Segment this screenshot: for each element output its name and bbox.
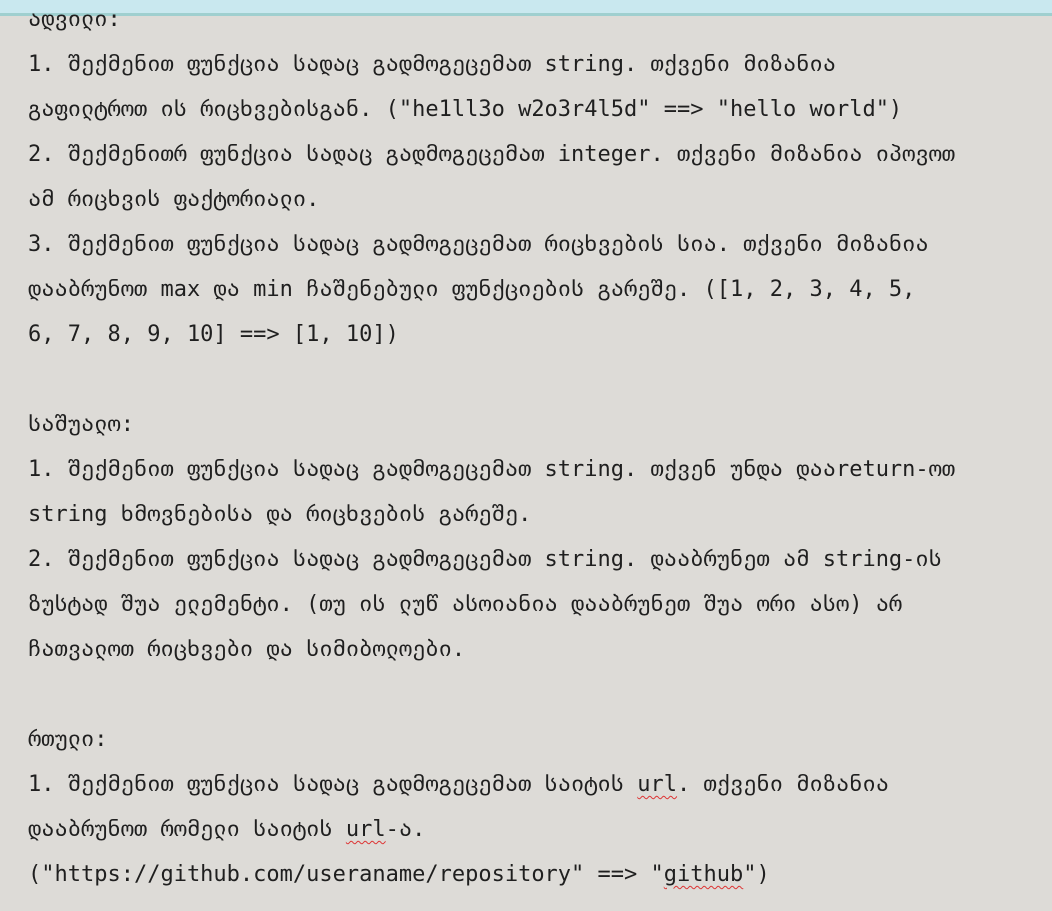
text-line: 2. შექმენით ფუნქცია სადაც გადმოგეცემათ s… — [28, 547, 942, 572]
section-heading-medium: საშუალო: — [28, 412, 134, 437]
spellcheck-marked-word[interactable]: github — [664, 862, 743, 887]
text-line: ("https://github.com/useraname/repositor… — [28, 860, 770, 890]
text-line: 1. შექმენით ფუნქცია სადაც გადმოგეცემათ s… — [28, 52, 836, 77]
text-line: დააბრუნოთ რომელი საიტის url-ა. — [28, 815, 425, 845]
text-segment: დააბრუნოთ რომელი საიტის — [28, 817, 346, 842]
text-segment: ("https://github.com/useraname/repositor… — [28, 862, 664, 887]
spellcheck-marked-word[interactable]: url — [637, 772, 677, 797]
text-segment: . თქვენი მიზანია — [677, 772, 889, 797]
section-heading-hard: რთული: — [28, 727, 108, 752]
text-line: დააბრუნოთ max და min ჩაშენებული ფუნქციებ… — [28, 277, 916, 302]
text-line: გაფილტროთ ის რიცხვებისგან. ("he1ll3o w2o… — [28, 97, 903, 122]
text-segment: -ა. — [385, 817, 426, 842]
text-line: 3. შექმენით ფუნქცია სადაც გადმოგეცემათ რ… — [28, 232, 929, 257]
section-heading-easy: ადვილი: — [28, 7, 121, 32]
text-line: ზუსტად შუა ელემენტი. (თუ ის ლუწ ასოიანია… — [28, 592, 903, 617]
text-line: ამ რიცხვის ფაქტორიალი. — [28, 187, 320, 212]
text-line: 6, 7, 8, 9, 10] ==> [1, 10]) — [28, 322, 399, 347]
text-line: string ხმოვნებისა და რიცხვების გარეშე. — [28, 502, 532, 527]
text-line: 1. შექმენით ფუნქცია სადაც გადმოგეცემათ ს… — [28, 770, 889, 800]
text-line: 1. შექმენით ფუნქცია სადაც გადმოგეცემათ s… — [28, 457, 956, 482]
spellcheck-marked-word[interactable]: url — [346, 817, 386, 842]
text-segment: 1. შექმენით ფუნქცია სადაც გადმოგეცემათ ს… — [28, 772, 638, 797]
text-editor-area[interactable]: ადვილი: 1. შექმენით ფუნქცია სადაც გადმოგ… — [28, 0, 1038, 911]
text-line: ჩათვალოთ რიცხვები და სიმიბოლოები. — [28, 637, 466, 662]
text-segment: ") — [743, 862, 770, 887]
text-line: 2. შექმენითრ ფუნქცია სადაც გადმოგეცემათ … — [28, 142, 956, 167]
